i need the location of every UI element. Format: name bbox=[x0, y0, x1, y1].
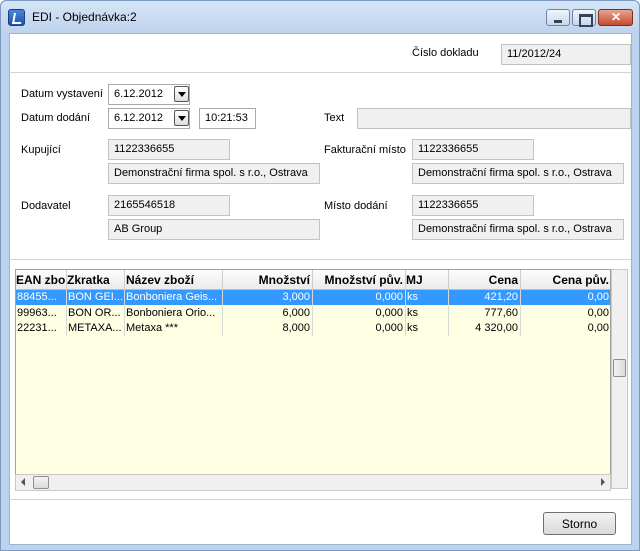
cell-mnozstvi: 3,000 bbox=[223, 290, 313, 305]
cell-mnozstvi: 8,000 bbox=[223, 321, 313, 336]
cell-ean: 22231... bbox=[16, 321, 67, 336]
cell-mj: ks bbox=[406, 290, 449, 305]
edi-order-window: EDI - Objednávka:2 Číslo dokladu 11/2012… bbox=[0, 0, 640, 551]
app-icon bbox=[8, 9, 25, 26]
cell-ean: 99963... bbox=[16, 306, 67, 321]
minimize-button[interactable] bbox=[546, 9, 570, 26]
column-header-ean[interactable]: EAN zbo bbox=[16, 270, 67, 290]
grid-header: EAN zbo Zkratka Název zboží Množství Mno… bbox=[16, 270, 610, 290]
divider bbox=[10, 259, 631, 260]
datum-dodani-label: Datum dodání bbox=[21, 112, 91, 124]
column-header-mj[interactable]: MJ bbox=[406, 270, 449, 290]
kupujici-name-field[interactable]: Demonstrační firma spol. s r.o., Ostrava bbox=[108, 163, 320, 184]
cell-cena-puv: 0,00 bbox=[521, 290, 610, 305]
cell-cena-puv: 0,00 bbox=[521, 321, 610, 336]
divider bbox=[10, 72, 631, 73]
fakturacni-code-field[interactable]: 1122336655 bbox=[412, 139, 534, 160]
close-button[interactable] bbox=[598, 9, 633, 26]
fakturacni-name-field[interactable]: Demonstrační firma spol. s r.o., Ostrava bbox=[412, 163, 624, 184]
dodavatel-label: Dodavatel bbox=[21, 200, 71, 212]
cas-dodani-field[interactable]: 10:21:53 bbox=[199, 108, 256, 129]
scroll-right-arrow-icon[interactable] bbox=[601, 478, 605, 486]
title-bar[interactable]: EDI - Objednávka:2 bbox=[1, 1, 639, 33]
cell-nazev: Metaxa *** bbox=[125, 321, 223, 336]
cell-zkratka: BON OR... bbox=[67, 306, 125, 321]
cell-cena-puv: 0,00 bbox=[521, 306, 610, 321]
order-items-grid[interactable]: EAN zbo Zkratka Název zboží Množství Mno… bbox=[15, 269, 611, 489]
dodavatel-name-field[interactable]: AB Group bbox=[108, 219, 320, 240]
misto-dodani-label: Místo dodání bbox=[324, 200, 388, 212]
divider bbox=[10, 499, 631, 500]
misto-dodani-name-field[interactable]: Demonstrační firma spol. s r.o., Ostrava bbox=[412, 219, 624, 240]
cell-zkratka: METAXA... bbox=[67, 321, 125, 336]
fakturacni-misto-label: Fakturační místo bbox=[324, 144, 406, 156]
horizontal-scrollbar[interactable] bbox=[15, 474, 611, 491]
dodavatel-code-field[interactable]: 2165546518 bbox=[108, 195, 230, 216]
cislo-dokladu-label: Číslo dokladu bbox=[412, 47, 479, 59]
cell-mj: ks bbox=[406, 321, 449, 336]
cell-cena: 4 320,00 bbox=[449, 321, 521, 336]
kupujici-code-field[interactable]: 1122336655 bbox=[108, 139, 230, 160]
column-header-mnozstvi[interactable]: Množství bbox=[223, 270, 313, 290]
vertical-scrollbar[interactable] bbox=[611, 269, 628, 489]
text-field[interactable] bbox=[357, 108, 631, 129]
table-row[interactable]: 88455... BON GEI... Bonboniera Geis... 3… bbox=[16, 290, 610, 305]
cislo-dokladu-field[interactable]: 11/2012/24 bbox=[501, 44, 631, 65]
table-row[interactable]: 22231... METAXA... Metaxa *** 8,000 0,00… bbox=[16, 321, 610, 336]
cell-zkratka: BON GEI... bbox=[68, 290, 125, 305]
misto-dodani-code-field[interactable]: 1122336655 bbox=[412, 195, 534, 216]
vertical-scroll-thumb[interactable] bbox=[613, 359, 626, 377]
column-header-nazev[interactable]: Název zboží bbox=[125, 270, 223, 290]
column-header-zkratka[interactable]: Zkratka bbox=[67, 270, 125, 290]
cell-cena: 421,20 bbox=[449, 290, 521, 305]
table-row[interactable]: 99963... BON OR... Bonboniera Orio... 6,… bbox=[16, 306, 610, 321]
cell-mnozstvi-puv: 0,000 bbox=[313, 306, 406, 321]
datum-dodani-dropdown-icon[interactable] bbox=[174, 110, 189, 126]
window-title: EDI - Objednávka:2 bbox=[32, 10, 137, 24]
column-header-cena-puv[interactable]: Cena pův. bbox=[521, 270, 610, 290]
column-header-mnozstvi-puv[interactable]: Množství pův. bbox=[313, 270, 406, 290]
maximize-button[interactable] bbox=[572, 9, 596, 27]
scroll-left-arrow-icon[interactable] bbox=[21, 478, 25, 486]
cell-nazev: Bonboniera Orio... bbox=[125, 306, 223, 321]
cell-mnozstvi-puv: 0,000 bbox=[313, 290, 406, 305]
cell-mj: ks bbox=[406, 306, 449, 321]
text-label: Text bbox=[324, 112, 345, 124]
column-header-cena[interactable]: Cena bbox=[449, 270, 521, 290]
cell-mnozstvi-puv: 0,000 bbox=[313, 321, 406, 336]
datum-vystaveni-label: Datum vystavení bbox=[21, 88, 103, 100]
datum-vystaveni-dropdown-icon[interactable] bbox=[174, 86, 189, 102]
cell-nazev: Bonboniera Geis... bbox=[125, 290, 223, 305]
horizontal-scroll-thumb[interactable] bbox=[33, 476, 49, 489]
storno-button[interactable]: Storno bbox=[543, 512, 616, 535]
cell-cena: 777,60 bbox=[449, 306, 521, 321]
cell-mnozstvi: 6,000 bbox=[223, 306, 313, 321]
kupujici-label: Kupující bbox=[21, 144, 61, 156]
dialog-body: Číslo dokladu 11/2012/24 Datum vystavení… bbox=[9, 33, 632, 545]
cell-ean: 88455... bbox=[16, 290, 67, 305]
